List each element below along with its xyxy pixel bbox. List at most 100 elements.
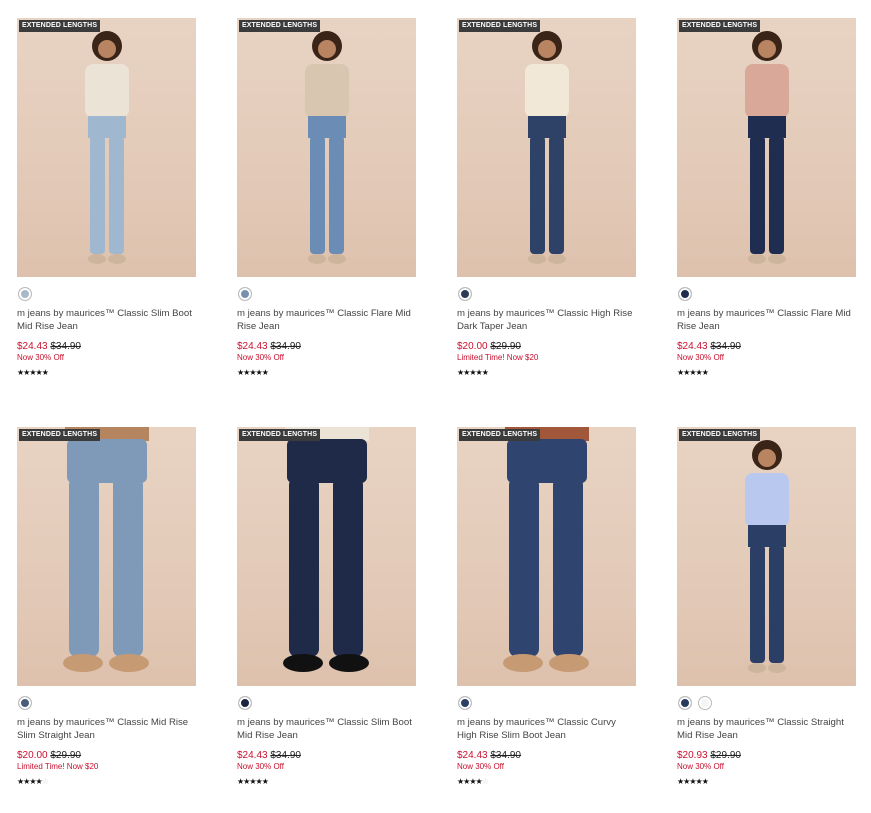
price-row: $24.43 $34.90 — [457, 750, 637, 762]
model-photo — [283, 427, 369, 672]
color-swatch[interactable] — [458, 696, 472, 710]
product-name[interactable]: m jeans by maurices™ Classic Flare Mid R… — [237, 307, 417, 333]
color-swatch[interactable] — [678, 287, 692, 301]
extended-lengths-badge: EXTENDED LENGTHS — [459, 429, 541, 441]
model-head — [318, 40, 336, 58]
model-head — [758, 40, 776, 58]
product-image[interactable]: EXTENDED LENGTHS — [677, 18, 856, 277]
color-swatches — [17, 696, 197, 712]
model-shoe-right — [108, 254, 126, 264]
star-rating[interactable]: ★ ★ ★ ★ ★ — [677, 369, 857, 377]
product-card[interactable]: EXTENDED LENGTHS m jeans by maurices™ Cla… — [17, 18, 197, 377]
star-icon: ★ — [41, 368, 49, 377]
product-image[interactable]: EXTENDED LENGTHS — [17, 18, 196, 277]
product-card[interactable]: EXTENDED LENGTHS m jeans by maurices™ Cla… — [17, 427, 197, 786]
product-name[interactable]: m jeans by maurices™ Classic High Rise D… — [457, 307, 637, 333]
extended-lengths-badge: EXTENDED LENGTHS — [679, 20, 761, 32]
product-image[interactable]: EXTENDED LENGTHS — [237, 427, 416, 686]
color-swatches — [17, 287, 197, 303]
star-icon: ★ — [261, 368, 269, 377]
model-shoe-right — [109, 654, 149, 672]
product-image[interactable]: EXTENDED LENGTHS — [237, 18, 416, 277]
original-price: $29.90 — [490, 341, 521, 352]
model-shoe-left — [748, 254, 766, 264]
product-name[interactable]: m jeans by maurices™ Classic Flare Mid R… — [677, 307, 857, 333]
star-rating[interactable]: ★ ★ ★ ★ ★ — [677, 778, 857, 786]
extended-lengths-badge: EXTENDED LENGTHS — [239, 429, 321, 441]
product-image[interactable]: EXTENDED LENGTHS — [677, 427, 856, 686]
model-hips — [507, 439, 587, 483]
price-row: $20.93 $29.90 — [677, 750, 857, 762]
star-rating[interactable]: ★ ★ ★ ★ ☆ — [457, 778, 637, 786]
price-row: $24.43 $34.90 — [17, 341, 197, 353]
extended-lengths-badge: EXTENDED LENGTHS — [239, 20, 321, 32]
promo-text: Now 30% Off — [457, 762, 504, 771]
product-card[interactable]: EXTENDED LENGTHS m jeans by maurices™ Cla… — [237, 18, 417, 377]
model-leg-left — [530, 136, 545, 254]
sale-price: $20.00 — [17, 750, 48, 761]
promo-text: Limited Time! Now $20 — [457, 353, 539, 362]
model-head — [758, 449, 776, 467]
product-card[interactable]: EXTENDED LENGTHS m jeans by maurices™ Cla… — [677, 18, 857, 377]
color-swatch[interactable] — [238, 287, 252, 301]
color-swatch[interactable] — [698, 696, 712, 710]
star-rating[interactable]: ★ ★ ★ ★ ★ — [237, 778, 417, 786]
product-card[interactable]: EXTENDED LENGTHS m jeans by maurices™ Cla… — [457, 18, 637, 377]
star-icon: ☆ — [41, 777, 49, 786]
color-swatch[interactable] — [18, 287, 32, 301]
product-image[interactable]: EXTENDED LENGTHS — [17, 427, 196, 686]
model-shoe-left — [528, 254, 546, 264]
sale-price: $24.43 — [457, 750, 488, 761]
price-row: $20.00 $29.90 — [457, 341, 637, 353]
color-swatches — [457, 696, 637, 712]
model-top — [305, 64, 349, 118]
model-leg-right — [109, 136, 124, 254]
model-photo — [745, 440, 789, 673]
model-hips — [748, 116, 786, 138]
product-card[interactable]: EXTENDED LENGTHS m jeans by maurices™ Cla… — [677, 427, 857, 786]
promo-text: Limited Time! Now $20 — [17, 762, 99, 771]
star-icon: ★ — [481, 368, 489, 377]
star-rating[interactable]: ★ ★ ★ ★ ☆ — [17, 778, 197, 786]
product-name[interactable]: m jeans by maurices™ Classic Straight Mi… — [677, 716, 857, 742]
price-row: $24.43 $34.90 — [237, 341, 417, 353]
model-shoe-right — [768, 254, 786, 264]
model-hips — [528, 116, 566, 138]
model-leg-left — [750, 545, 765, 663]
product-image[interactable]: EXTENDED LENGTHS — [457, 18, 636, 277]
color-swatches — [237, 287, 417, 303]
color-swatches — [677, 287, 857, 303]
model-leg-right — [549, 136, 564, 254]
product-name[interactable]: m jeans by maurices™ Classic Slim Boot M… — [237, 716, 417, 742]
star-icon: ☆ — [481, 777, 489, 786]
original-price: $29.90 — [50, 750, 81, 761]
sale-price: $24.43 — [17, 341, 48, 352]
model-leg-right — [769, 545, 784, 663]
model-shoe-right — [548, 254, 566, 264]
original-price: $34.90 — [490, 750, 521, 761]
color-swatch[interactable] — [18, 696, 32, 710]
color-swatch[interactable] — [238, 696, 252, 710]
product-image[interactable]: EXTENDED LENGTHS — [457, 427, 636, 686]
model-shoe-left — [748, 663, 766, 673]
star-rating[interactable]: ★ ★ ★ ★ ★ — [237, 369, 417, 377]
model-photo — [503, 427, 589, 672]
sale-price: $20.00 — [457, 341, 488, 352]
color-swatch[interactable] — [678, 696, 692, 710]
model-top — [745, 473, 789, 527]
product-card[interactable]: EXTENDED LENGTHS m jeans by maurices™ Cla… — [237, 427, 417, 786]
product-name[interactable]: m jeans by maurices™ Classic Mid Rise Sl… — [17, 716, 197, 742]
model-shoe-right — [328, 254, 346, 264]
model-head — [98, 40, 116, 58]
star-rating[interactable]: ★ ★ ★ ★ ★ — [17, 369, 197, 377]
model-shoe-left — [283, 654, 323, 672]
color-swatch[interactable] — [458, 287, 472, 301]
model-hips — [308, 116, 346, 138]
model-leg-left — [69, 477, 99, 657]
star-rating[interactable]: ★ ★ ★ ★ ★ — [457, 369, 637, 377]
star-icon: ★ — [701, 368, 709, 377]
product-name[interactable]: m jeans by maurices™ Classic Curvy High … — [457, 716, 637, 742]
product-name[interactable]: m jeans by maurices™ Classic Slim Boot M… — [17, 307, 197, 333]
model-leg-left — [289, 477, 319, 657]
product-card[interactable]: EXTENDED LENGTHS m jeans by maurices™ Cla… — [457, 427, 637, 786]
